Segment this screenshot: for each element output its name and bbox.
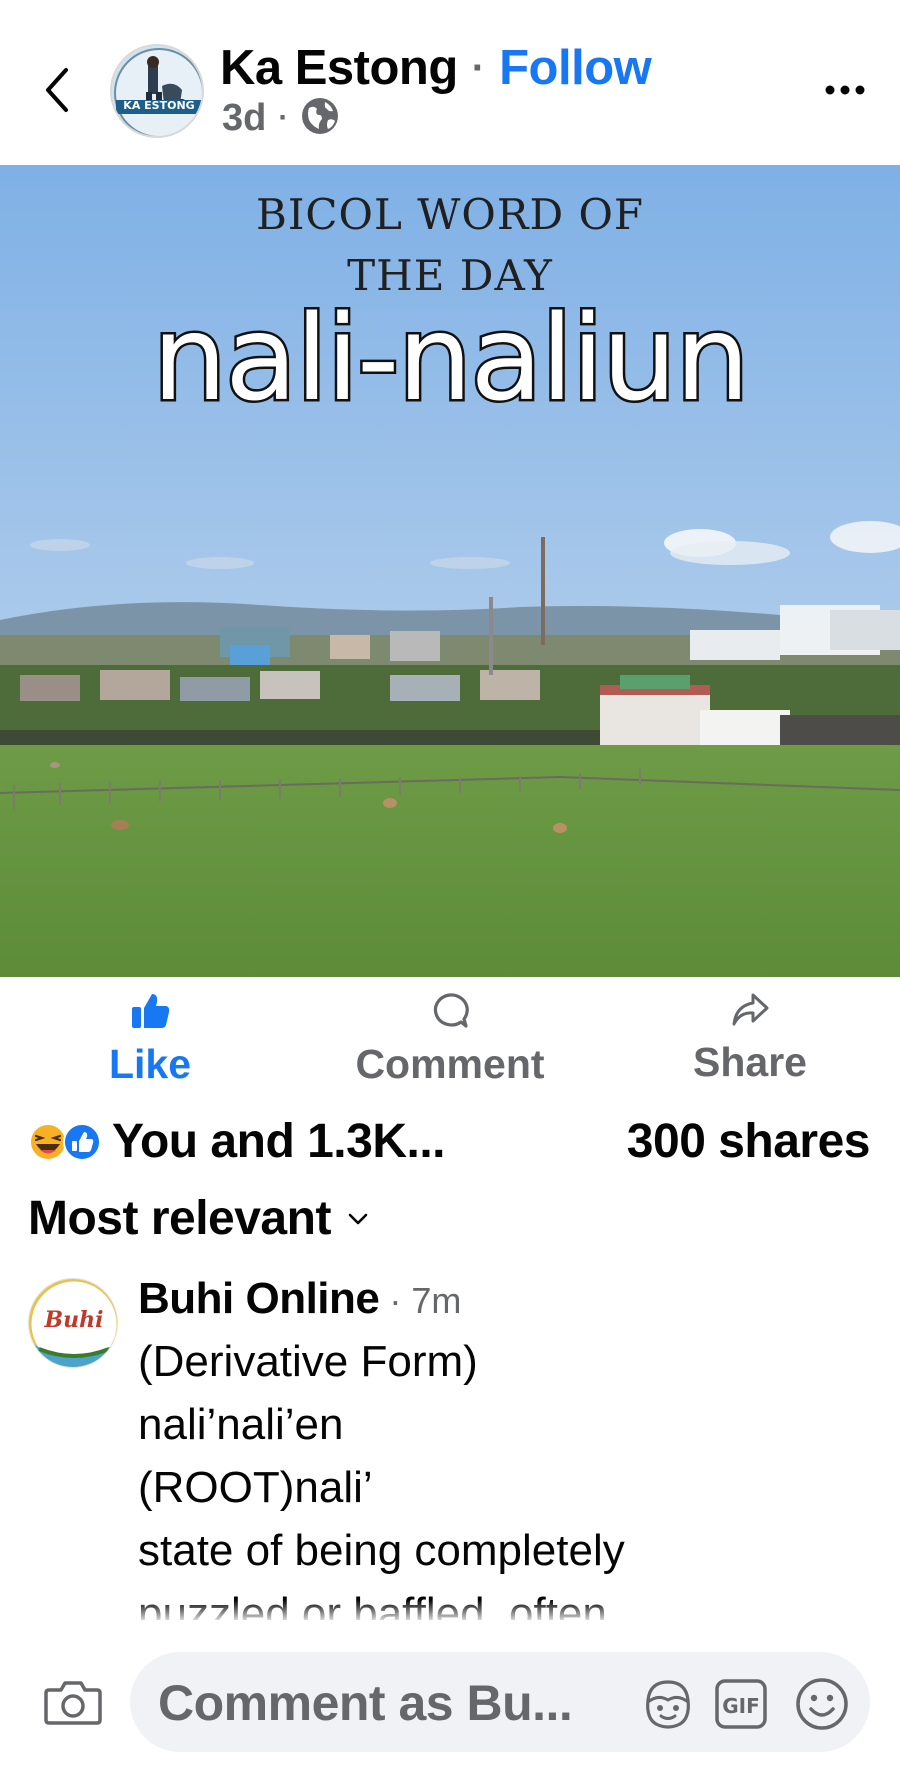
post-header: KA ESTONG Ka Estong · Follow 3d · xyxy=(0,0,900,165)
chevron-down-icon xyxy=(347,1212,369,1231)
sort-label: Most relevant xyxy=(28,1191,331,1245)
globe-icon xyxy=(300,96,340,141)
thumbs-up-icon xyxy=(130,992,170,1035)
comment-label: Comment xyxy=(355,1041,545,1087)
comment-sort-dropdown[interactable]: Most relevant xyxy=(28,1188,369,1248)
reaction-summary-text[interactable]: You and 1.3K... xyxy=(112,1114,446,1169)
comment-time: · 7m xyxy=(389,1280,461,1322)
comment-line: state of being completely xyxy=(138,1526,625,1575)
share-arrow-icon xyxy=(731,992,769,1033)
commenter-logo-text: Buhi xyxy=(44,1307,104,1333)
image-subtitle-line1: BICOL WORD OF xyxy=(255,190,645,239)
camera-icon[interactable] xyxy=(44,1678,102,1726)
comment-time-value: 7m xyxy=(411,1280,462,1321)
post-time[interactable]: 3d xyxy=(222,97,266,140)
comment-placeholder: Comment as Bu... xyxy=(158,1675,573,1731)
comment-header: Buhi Online · 7m xyxy=(138,1274,461,1330)
reactions-summary[interactable]: You and 1.3K... 300 shares xyxy=(0,1110,900,1174)
comment-input[interactable]: Comment as Bu... GIF xyxy=(130,1652,870,1752)
share-button[interactable]: Share xyxy=(670,992,830,1092)
avatar-sticker-icon[interactable] xyxy=(640,1676,696,1732)
comment-bubble-icon xyxy=(431,992,469,1035)
meta-separator: · xyxy=(278,101,289,134)
commenter-avatar[interactable]: Buhi xyxy=(28,1278,118,1368)
author-line: Ka Estong · Follow xyxy=(220,38,652,98)
like-label: Like xyxy=(108,1041,192,1087)
comment-body: (Derivative Form) nali’nali’en (ROOT)nal… xyxy=(138,1330,878,1620)
comment-time-separator: · xyxy=(389,1280,402,1321)
comment-composer: Comment as Bu... GIF xyxy=(0,1620,900,1765)
author-name[interactable]: Ka Estong xyxy=(220,40,458,96)
avatar-logo-text: KA ESTONG xyxy=(123,99,195,112)
post-action-bar: Like Comment Share xyxy=(0,978,900,1096)
like-reaction-icon xyxy=(63,1123,101,1161)
svg-text:GIF: GIF xyxy=(722,1694,760,1718)
back-arrow-icon[interactable] xyxy=(36,62,76,118)
gif-icon[interactable]: GIF xyxy=(714,1678,768,1730)
post-image[interactable]: BICOL WORD OF THE DAY nali-naliun xyxy=(0,165,900,977)
comment-line: nali’nali’en xyxy=(138,1400,344,1449)
author-avatar[interactable]: KA ESTONG xyxy=(110,44,204,138)
post-meta: 3d · xyxy=(222,96,340,140)
image-subtitle-line2: THE DAY xyxy=(347,251,553,300)
commenter-name[interactable]: Buhi Online xyxy=(138,1274,380,1324)
comment-item: Buhi Buhi Online · 7m (Derivative Form) … xyxy=(0,1270,900,1620)
shares-count[interactable]: 300 shares xyxy=(627,1114,871,1169)
image-word-title: nali-naliun xyxy=(150,295,752,430)
haha-reaction-icon xyxy=(29,1123,67,1161)
reaction-icons xyxy=(28,1122,104,1162)
name-separator: · xyxy=(471,45,486,90)
comment-button[interactable]: Comment xyxy=(330,992,570,1092)
more-options-icon[interactable] xyxy=(820,70,870,110)
comment-line: (Derivative Form) xyxy=(138,1337,478,1386)
image-word-text: nali-naliun xyxy=(152,295,747,427)
comment-line: (ROOT)nali’ xyxy=(138,1463,373,1512)
share-label: Share xyxy=(693,1039,807,1085)
like-button[interactable]: Like xyxy=(90,992,210,1092)
emoji-icon[interactable] xyxy=(794,1676,850,1732)
follow-button[interactable]: Follow xyxy=(499,40,652,96)
